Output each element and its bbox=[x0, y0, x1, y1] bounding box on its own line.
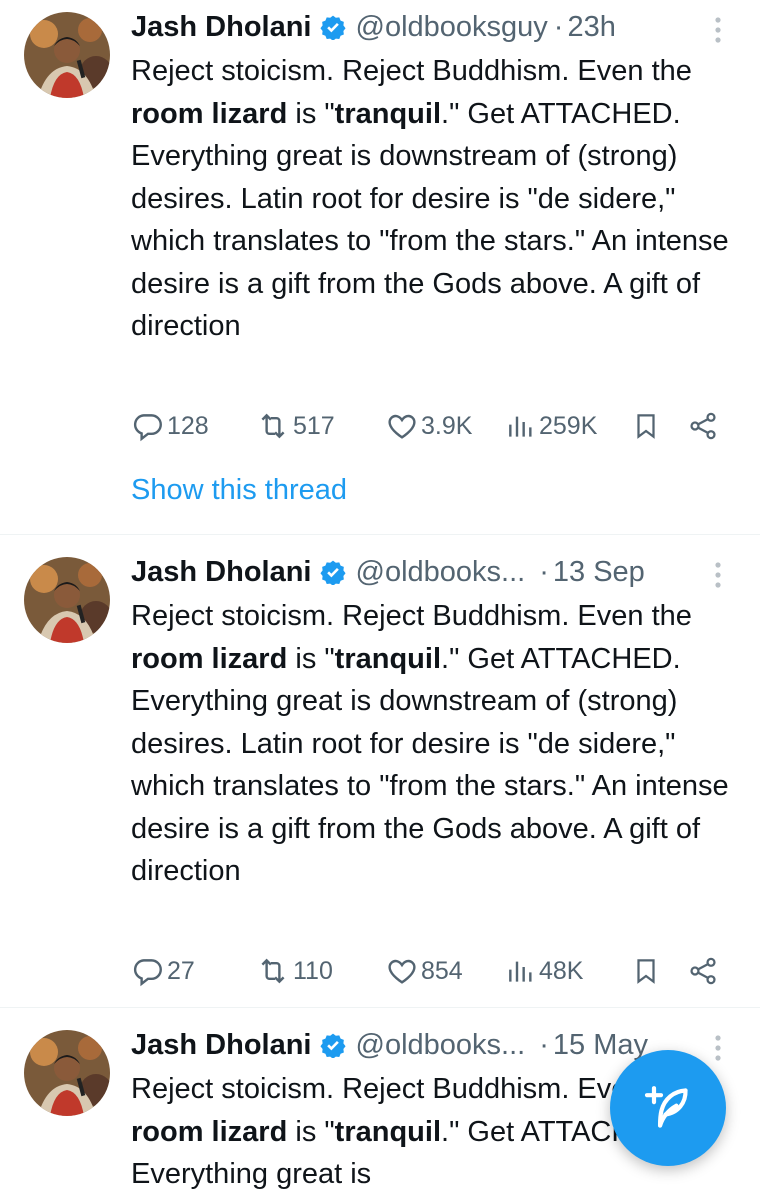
bookmark-button[interactable] bbox=[631, 951, 661, 991]
show-thread-link[interactable]: Show this thread bbox=[131, 474, 347, 507]
reply-button[interactable]: 27 bbox=[131, 951, 195, 991]
reply-icon bbox=[133, 959, 162, 987]
repost-button[interactable]: 110 bbox=[255, 951, 333, 991]
like-button[interactable]: 854 bbox=[385, 951, 463, 991]
heart-icon bbox=[388, 959, 416, 984]
compose-post-button[interactable] bbox=[610, 1050, 726, 1166]
compose-post-icon bbox=[644, 1086, 688, 1128]
more-vertical-icon[interactable] bbox=[708, 10, 728, 50]
share-icon bbox=[690, 957, 716, 985]
views-count: 259K bbox=[539, 411, 598, 440]
tweet-card[interactable]: Jash Dholani @oldbooksguy · 23h Reject s… bbox=[0, 0, 760, 534]
repost-button[interactable]: 517 bbox=[255, 406, 335, 446]
timestamp[interactable]: 13 Sep bbox=[553, 556, 645, 589]
avatar[interactable] bbox=[24, 557, 110, 643]
heart-icon bbox=[388, 414, 416, 439]
repost-icon bbox=[261, 958, 285, 984]
avatar[interactable] bbox=[24, 12, 110, 98]
like-count: 854 bbox=[421, 956, 463, 985]
author-name[interactable]: Jash Dholani bbox=[131, 556, 312, 589]
bookmark-button[interactable] bbox=[631, 406, 661, 446]
action-bar: 27 110 854 48K bbox=[131, 951, 731, 991]
repost-count: 110 bbox=[293, 956, 333, 985]
action-bar: 128 517 3.9K 259K bbox=[131, 406, 731, 446]
bookmark-icon bbox=[637, 959, 655, 984]
separator: · bbox=[553, 10, 564, 43]
reply-count: 27 bbox=[167, 956, 195, 985]
tweet-card[interactable]: Jash Dholani @oldbooks... · 13 Sep Rejec… bbox=[0, 535, 760, 1007]
timestamp[interactable]: 23h bbox=[567, 11, 615, 44]
author-name[interactable]: Jash Dholani bbox=[131, 1029, 312, 1062]
reply-button[interactable]: 128 bbox=[131, 406, 209, 446]
share-button[interactable] bbox=[687, 406, 719, 446]
author-name[interactable]: Jash Dholani bbox=[131, 11, 312, 44]
share-icon bbox=[690, 412, 716, 440]
author-handle[interactable]: @oldbooks... bbox=[356, 1029, 526, 1062]
views-count: 48K bbox=[539, 956, 584, 985]
tweet-text: Reject stoicism. Reject Buddhism. Even t… bbox=[131, 55, 729, 342]
like-button[interactable]: 3.9K bbox=[385, 406, 472, 446]
reply-count: 128 bbox=[167, 411, 209, 440]
avatar[interactable] bbox=[24, 1030, 110, 1116]
more-vertical-icon[interactable] bbox=[708, 555, 728, 595]
views-icon bbox=[509, 961, 532, 982]
repost-count: 517 bbox=[293, 411, 335, 440]
views-button[interactable]: 48K bbox=[505, 951, 583, 991]
author-handle[interactable]: @oldbooksguy bbox=[356, 11, 548, 44]
repost-icon bbox=[261, 413, 285, 439]
author-handle[interactable]: @oldbooks... bbox=[356, 556, 526, 589]
separator: · bbox=[539, 555, 549, 588]
tweet-text: Reject stoicism. Reject Buddhism. Even t… bbox=[131, 600, 729, 887]
bookmark-icon bbox=[637, 414, 655, 439]
more-vertical-icon[interactable] bbox=[708, 1028, 728, 1068]
reply-icon bbox=[133, 414, 162, 442]
verified-badge-icon bbox=[319, 1033, 346, 1058]
views-button[interactable]: 259K bbox=[505, 406, 597, 446]
share-button[interactable] bbox=[687, 951, 719, 991]
like-count: 3.9K bbox=[421, 411, 473, 440]
views-icon bbox=[509, 416, 532, 437]
verified-badge-icon bbox=[319, 560, 346, 585]
timestamp[interactable]: 15 May bbox=[553, 1029, 648, 1062]
verified-badge-icon bbox=[319, 15, 346, 40]
separator: · bbox=[539, 1028, 549, 1061]
